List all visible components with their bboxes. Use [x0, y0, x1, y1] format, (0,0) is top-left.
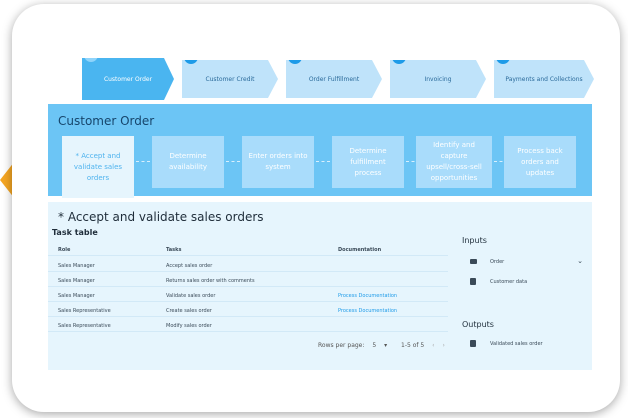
- step-payments-and-collections[interactable]: 5 Payments and Collections: [494, 60, 594, 98]
- phase-panel: Customer Order * Accept and validate sal…: [48, 104, 592, 198]
- task-determine-availability[interactable]: Determine availability: [152, 136, 224, 188]
- step-number-badge: 3: [288, 50, 302, 64]
- cell-task: Create sales order: [166, 308, 212, 314]
- step-number-badge: 5: [496, 50, 510, 64]
- prev-page-icon[interactable]: ‹: [432, 342, 434, 349]
- task-table-label: Task table: [52, 228, 98, 237]
- phase-title: Customer Order: [58, 114, 155, 128]
- column-header-role: Role: [58, 247, 71, 253]
- process-steps: 1 Customer Order 2 Customer Credit 3 Ord…: [74, 48, 594, 106]
- task-connector: [316, 161, 330, 162]
- table-header-row: Role Tasks Documentation: [48, 244, 448, 256]
- table-row[interactable]: Sales Manager Accept sales order: [48, 260, 448, 272]
- document-icon: [470, 340, 476, 347]
- task-back-orders[interactable]: Process back orders and updates: [504, 136, 576, 188]
- cell-task: Accept sales order: [166, 263, 213, 269]
- table-row[interactable]: Sales Representative Modify sales order: [48, 320, 448, 332]
- step-customer-credit[interactable]: 2 Customer Credit: [182, 60, 278, 98]
- table-row[interactable]: Sales Manager Returns sales order with c…: [48, 275, 448, 287]
- task-connector: [136, 161, 150, 162]
- task-detail-panel: * Accept and validate sales orders Task …: [48, 202, 592, 370]
- task-upsell-crosssell[interactable]: Identify and capture upsell/cross-sell o…: [416, 136, 492, 188]
- cell-task: Modify sales order: [166, 323, 212, 329]
- cell-doc-link[interactable]: Process Documentation: [338, 308, 397, 314]
- table-row[interactable]: Sales Representative Create sales order …: [48, 305, 448, 317]
- caret-down-icon: ▾: [384, 342, 388, 349]
- next-page-icon[interactable]: ›: [442, 342, 444, 349]
- step-label: Customer Order: [103, 75, 153, 83]
- step-number-badge: 2: [184, 50, 198, 64]
- cell-role: Sales Representative: [58, 308, 111, 314]
- cell-role: Sales Representative: [58, 323, 111, 329]
- task-connector: [226, 161, 240, 162]
- column-header-tasks: Tasks: [166, 247, 182, 253]
- cell-task: Returns sales order with comments: [166, 278, 255, 284]
- cell-role: Sales Manager: [58, 263, 95, 269]
- inputs-heading: Inputs: [462, 236, 487, 245]
- input-item-order[interactable]: Order ⌄: [462, 256, 587, 270]
- input-label: Customer data: [490, 279, 528, 285]
- pager-range: 1-5 of 5: [401, 342, 425, 349]
- step-invoicing[interactable]: 4 Invoicing: [390, 60, 486, 98]
- step-number-badge: 1: [84, 48, 98, 62]
- rows-per-page-label: Rows per page:: [318, 342, 365, 349]
- step-label: Payments and Collections: [505, 75, 583, 83]
- task-accept-validate[interactable]: * Accept and validate sales orders: [62, 136, 134, 198]
- column-header-documentation: Documentation: [338, 247, 382, 253]
- cell-task: Validate sales order: [166, 293, 216, 299]
- table-row[interactable]: Sales Manager Validate sales order Proce…: [48, 290, 448, 302]
- cell-role: Sales Manager: [58, 293, 95, 299]
- outputs-heading: Outputs: [462, 320, 494, 329]
- step-number-badge: 4: [392, 50, 406, 64]
- rows-per-page-select[interactable]: 5 ▾: [372, 342, 393, 349]
- detail-title: * Accept and validate sales orders: [58, 210, 264, 224]
- input-item-customer-data[interactable]: Customer data: [462, 276, 587, 290]
- input-label: Order: [490, 259, 505, 265]
- document-icon: [470, 278, 476, 285]
- folder-icon: [470, 259, 477, 264]
- output-item-validated-order[interactable]: Validated sales order: [462, 338, 587, 352]
- step-label: Customer Credit: [205, 75, 255, 83]
- cell-role: Sales Manager: [58, 278, 95, 284]
- chevron-down-icon[interactable]: ⌄: [577, 257, 583, 265]
- rows-per-page-value: 5: [372, 342, 377, 349]
- step-order-fulfillment[interactable]: 3 Order Fulfillment: [286, 60, 382, 98]
- step-customer-order[interactable]: 1 Customer Order: [82, 58, 174, 100]
- step-label: Order Fulfillment: [308, 75, 360, 83]
- step-label: Invoicing: [424, 75, 452, 83]
- cell-doc-link[interactable]: Process Documentation: [338, 293, 397, 299]
- task-enter-orders[interactable]: Enter orders into system: [242, 136, 314, 188]
- output-label: Validated sales order: [490, 341, 543, 347]
- table-pager: Rows per page: 5 ▾ 1-5 of 5 ‹ ›: [318, 342, 451, 349]
- task-determine-fulfillment[interactable]: Determine fulfillment process: [332, 136, 404, 188]
